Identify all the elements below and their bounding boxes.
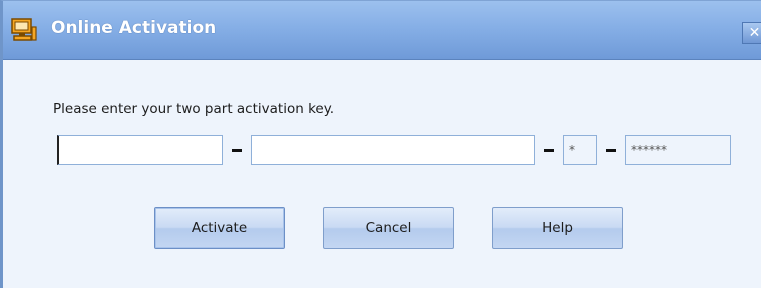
activate-button[interactable]: Activate: [154, 207, 285, 249]
activation-key-part-3: [563, 135, 597, 165]
activation-key-part-2[interactable]: [251, 135, 535, 165]
activation-dialog: Online Activation ✕ Please enter your tw…: [0, 0, 761, 288]
help-button[interactable]: Help: [492, 207, 623, 249]
cancel-button[interactable]: Cancel: [323, 207, 454, 249]
title-bar[interactable]: Online Activation ✕: [3, 1, 761, 60]
monitor-icon: [11, 18, 37, 41]
close-icon: ✕: [748, 25, 761, 41]
activation-key-part-1[interactable]: [57, 135, 223, 165]
key-separator-dash: [232, 149, 242, 152]
window-title: Online Activation: [51, 18, 217, 38]
activation-prompt: Please enter your two part activation ke…: [53, 101, 335, 117]
key-separator-dash: [544, 149, 554, 152]
dialog-body: [3, 60, 761, 288]
close-button[interactable]: ✕: [742, 22, 761, 44]
activation-key-part-4: [625, 135, 731, 165]
key-separator-dash: [606, 149, 616, 152]
